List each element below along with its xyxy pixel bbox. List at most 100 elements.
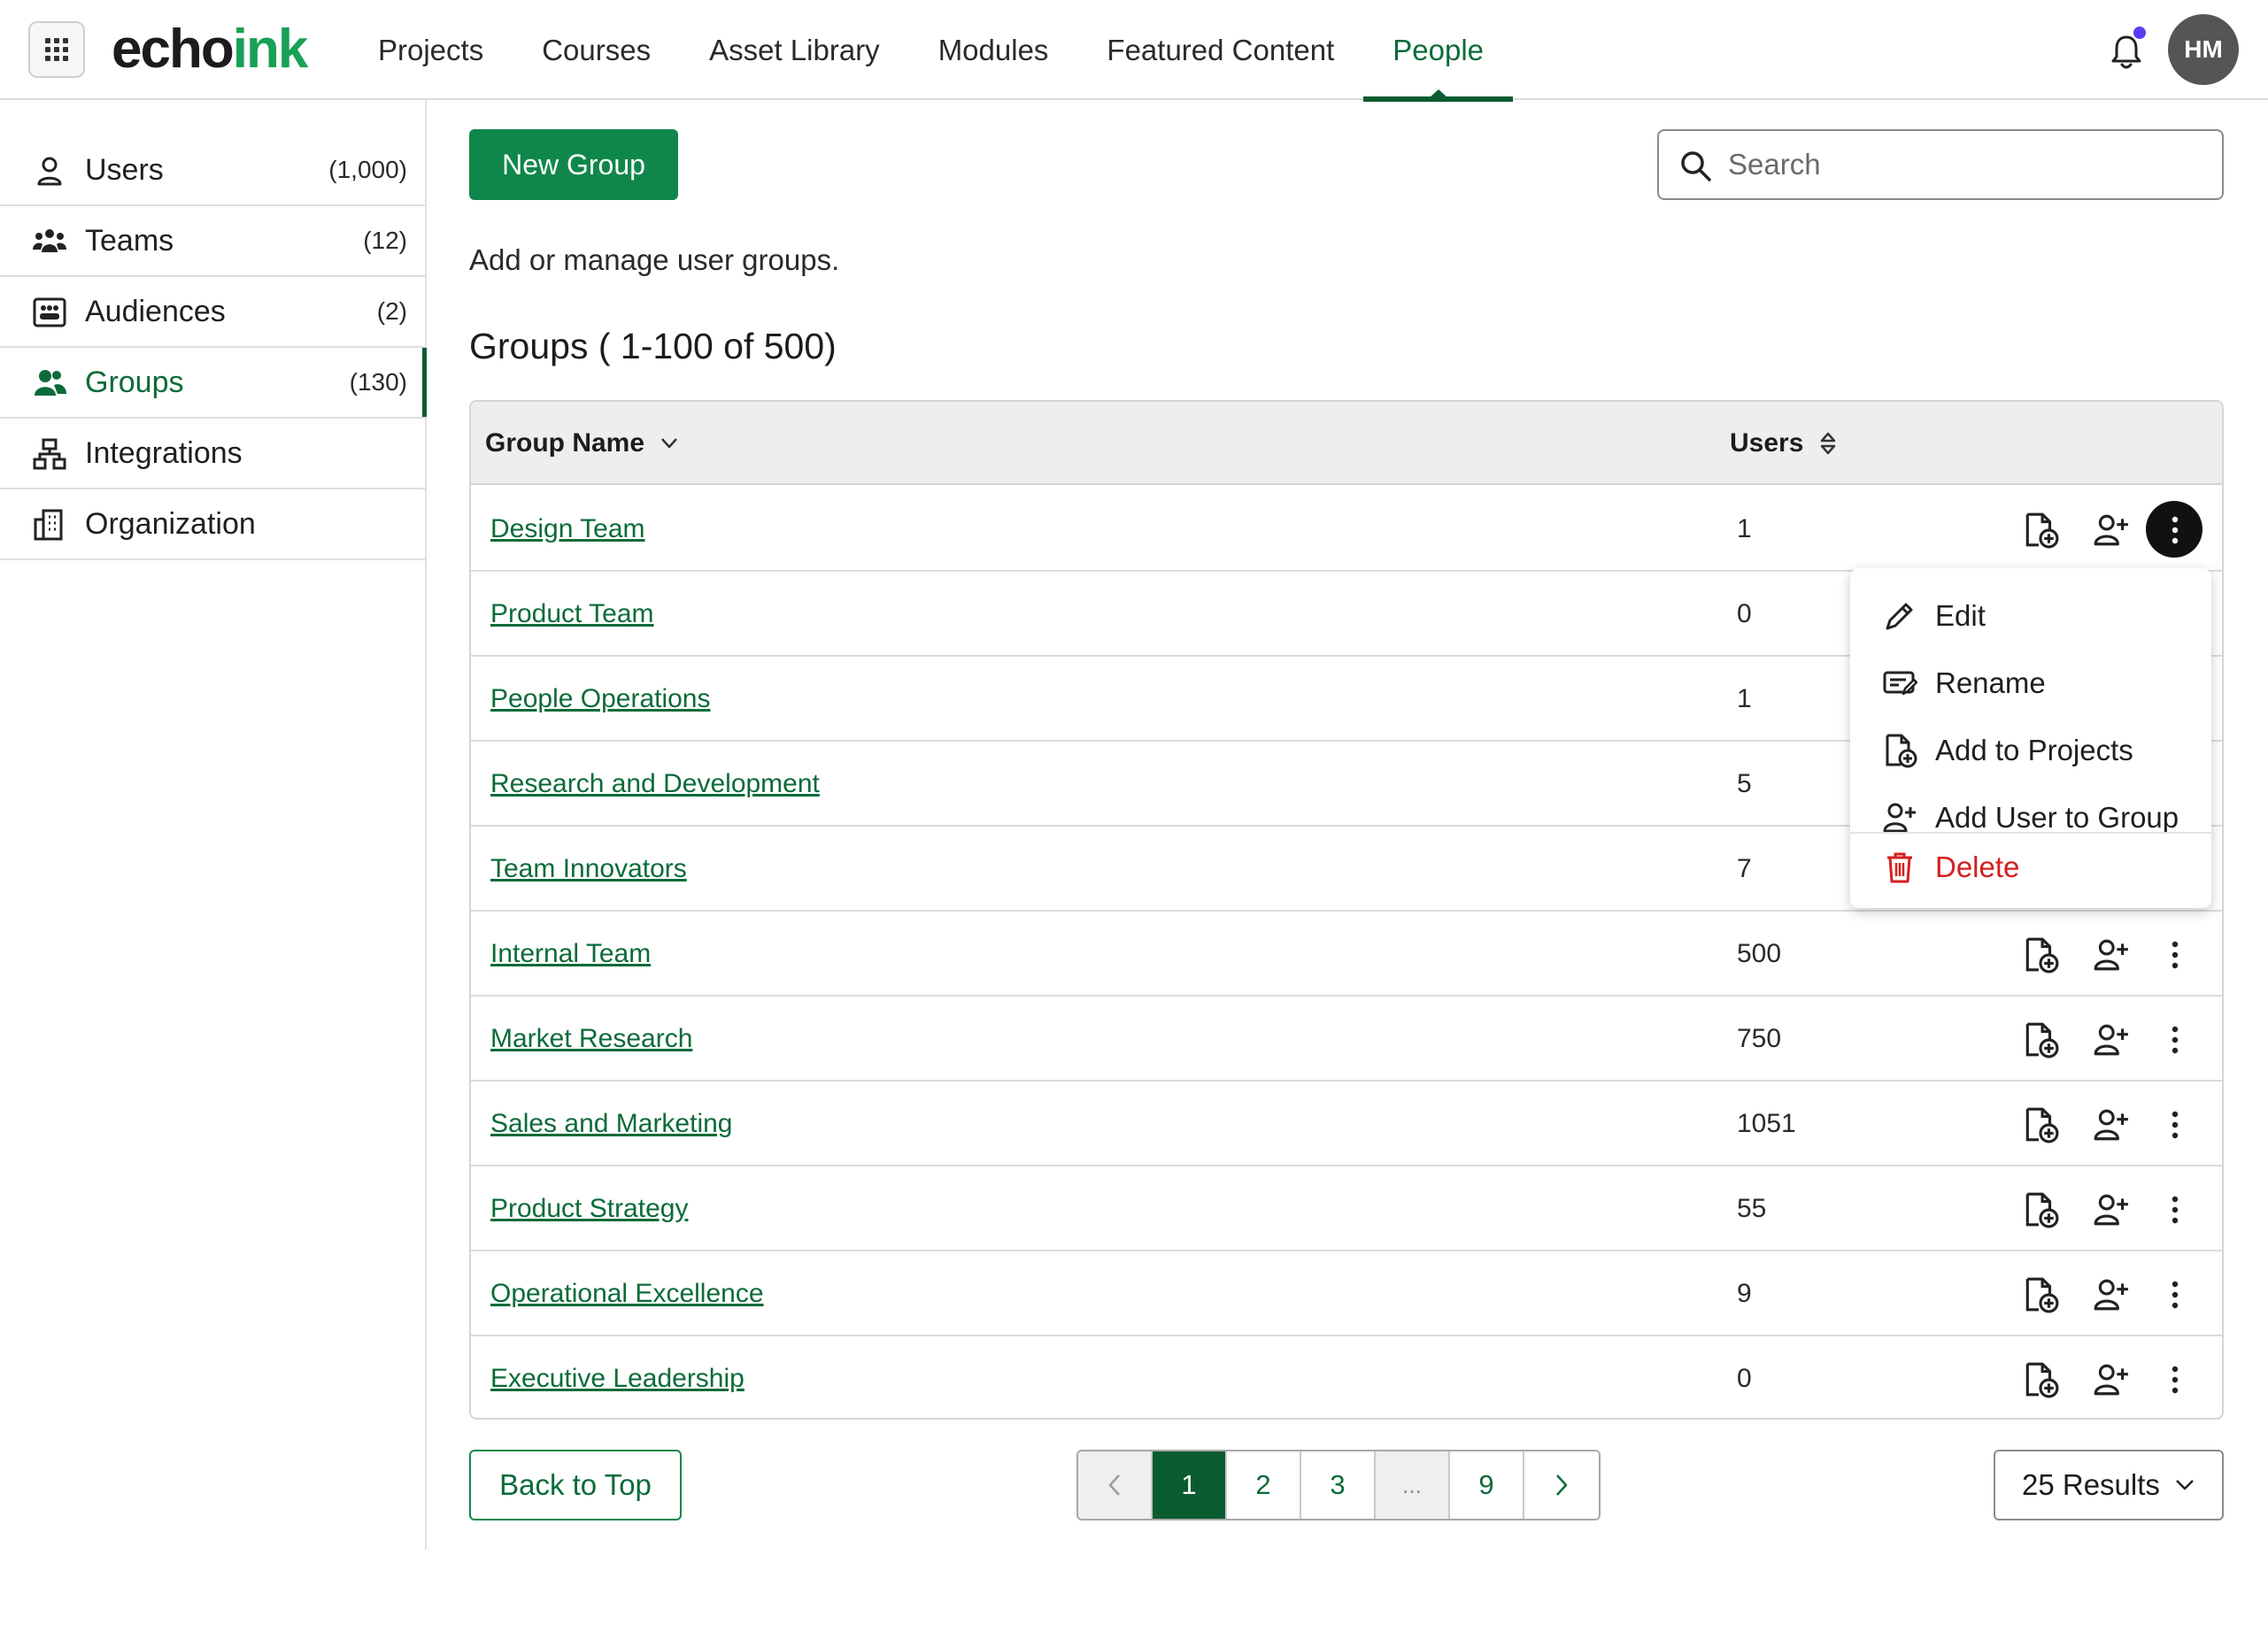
sidebar-item-teams[interactable]: Teams (12)	[0, 206, 425, 277]
more-vertical-icon[interactable]	[2156, 1361, 2194, 1398]
sidebar-list: Users (1,000) Teams (12) Audiences (2) G…	[0, 135, 427, 560]
group-user-count: 55	[1737, 1194, 1767, 1223]
file-add-icon	[1886, 734, 1917, 768]
team-icon	[33, 229, 66, 252]
table-row: Market Research 750	[471, 997, 2222, 1082]
nav-courses[interactable]: Courses	[513, 0, 680, 100]
user-add-icon[interactable]	[2093, 1361, 2130, 1398]
sidebar-item-label: Audiences	[85, 294, 226, 328]
pagination-page-1[interactable]: 1	[1153, 1451, 1227, 1519]
file-add-icon[interactable]	[2022, 512, 2059, 549]
table-row: Operational Excellence 9	[471, 1251, 2222, 1336]
user-add-icon[interactable]	[2093, 1276, 2130, 1313]
sidebar-item-audiences[interactable]: Audiences (2)	[0, 277, 425, 348]
group-name-link[interactable]: Product Team	[490, 572, 654, 657]
sidebar-item-label: Groups	[85, 365, 184, 399]
file-add-icon[interactable]	[2022, 1106, 2059, 1143]
table-row: Design Team 1	[471, 487, 2222, 572]
results-per-page-select[interactable]: 25 Results	[1994, 1450, 2224, 1520]
sidebar-item-count: (1,000)	[328, 156, 407, 183]
search-box	[1657, 129, 2224, 200]
menu-item-edit[interactable]: Edit	[1850, 582, 2211, 650]
user-add-icon[interactable]	[2093, 1021, 2130, 1058]
sort-down-icon	[661, 438, 677, 449]
back-to-top-button[interactable]: Back to Top	[469, 1450, 682, 1520]
pagination-page-3[interactable]: 3	[1301, 1451, 1376, 1519]
brand-logo-part2: ink	[232, 19, 309, 80]
pencil-icon	[1886, 603, 1913, 630]
nav-asset-library[interactable]: Asset Library	[680, 0, 909, 100]
group-name-link[interactable]: Design Team	[490, 487, 645, 572]
group-name-link[interactable]: Internal Team	[490, 912, 651, 997]
group-user-count: 1051	[1737, 1109, 1796, 1138]
nav-people[interactable]: People	[1363, 0, 1513, 102]
group-name-link[interactable]: People Operations	[490, 657, 711, 742]
more-vertical-icon[interactable]	[2156, 936, 2194, 974]
more-vertical-icon[interactable]	[2156, 1021, 2194, 1058]
user-add-icon	[1883, 803, 1916, 833]
pagination-next[interactable]	[1524, 1451, 1599, 1519]
group-user-count: 7	[1737, 854, 1752, 883]
file-add-icon[interactable]	[2022, 1191, 2059, 1228]
new-group-button[interactable]: New Group	[469, 129, 678, 200]
file-add-icon[interactable]	[2022, 1021, 2059, 1058]
column-header-users[interactable]: Users	[1730, 402, 1837, 485]
trash-icon	[1887, 852, 1912, 883]
rename-icon	[1883, 671, 1917, 696]
group-name-link[interactable]: Research and Development	[490, 742, 820, 827]
user-add-icon[interactable]	[2093, 1106, 2130, 1143]
nav-projects[interactable]: Projects	[349, 0, 513, 100]
search-input[interactable]	[1728, 131, 2206, 198]
brand-logo[interactable]: echoink	[112, 16, 309, 83]
user-add-icon[interactable]	[2093, 1191, 2130, 1228]
sidebar-item-users[interactable]: Users (1,000)	[0, 135, 425, 206]
group-name-link[interactable]: Market Research	[490, 997, 692, 1082]
group-name-link[interactable]: Operational Excellence	[490, 1251, 764, 1336]
file-add-icon[interactable]	[2022, 1276, 2059, 1313]
group-name-link[interactable]: Team Innovators	[490, 827, 687, 912]
more-vertical-icon[interactable]	[2156, 1276, 2194, 1313]
app-switcher-button[interactable]	[28, 21, 85, 78]
more-vertical-icon[interactable]	[2156, 1106, 2194, 1143]
menu-item-delete[interactable]: Delete	[1850, 834, 2211, 901]
sidebar-item-integrations[interactable]: Integrations	[0, 419, 425, 489]
notification-badge	[2133, 27, 2146, 39]
file-add-icon[interactable]	[2022, 936, 2059, 974]
grid-icon	[45, 38, 68, 61]
brand-logo-part1: echo	[112, 19, 235, 80]
menu-item-rename[interactable]: Rename	[1850, 650, 2211, 717]
table-header: Group Name Users	[471, 402, 2222, 485]
sidebar-item-count: (130)	[349, 368, 407, 396]
sort-icon	[1821, 432, 1836, 455]
group-name-link[interactable]: Sales and Marketing	[490, 1082, 733, 1166]
sidebar-item-groups[interactable]: Groups (130)	[0, 348, 427, 419]
more-vertical-icon[interactable]	[2156, 1191, 2194, 1228]
user-icon	[37, 157, 62, 186]
results-per-page-value: 25 Results	[2022, 1468, 2160, 1501]
group-user-count: 1	[1737, 684, 1752, 713]
pagination-prev[interactable]	[1078, 1451, 1153, 1519]
avatar[interactable]: HM	[2168, 14, 2239, 85]
nav-featured-content[interactable]: Featured Content	[1077, 0, 1363, 100]
groups-table: Group Name Users Design Team 1 Product Tea…	[469, 400, 2224, 1420]
more-vertical-icon[interactable]	[2156, 512, 2194, 549]
sidebar: Users (1,000) Teams (12) Audiences (2) G…	[0, 100, 427, 1550]
menu-item-add-to-projects[interactable]: Add to Projects	[1850, 717, 2211, 784]
sidebar-item-organization[interactable]: Organization	[0, 489, 425, 560]
user-add-icon[interactable]	[2093, 936, 2130, 974]
group-user-count: 500	[1737, 939, 1782, 968]
group-icon	[35, 370, 66, 396]
search-icon	[1681, 151, 1711, 181]
user-add-icon[interactable]	[2093, 512, 2130, 549]
pagination-page-9[interactable]: 9	[1450, 1451, 1524, 1519]
nav-modules[interactable]: Modules	[909, 0, 1078, 100]
table-row: Sales and Marketing 1051	[471, 1082, 2222, 1166]
pagination-page-2[interactable]: 2	[1227, 1451, 1301, 1519]
column-header-group-name[interactable]: Group Name	[485, 402, 678, 485]
group-name-link[interactable]: Executive Leadership	[490, 1336, 744, 1421]
file-add-icon[interactable]	[2022, 1361, 2059, 1398]
group-name-link[interactable]: Product Strategy	[490, 1166, 688, 1251]
group-user-count: 0	[1737, 1364, 1752, 1393]
table-row: Executive Leadership 0	[471, 1336, 2222, 1421]
group-user-count: 9	[1737, 1279, 1752, 1308]
